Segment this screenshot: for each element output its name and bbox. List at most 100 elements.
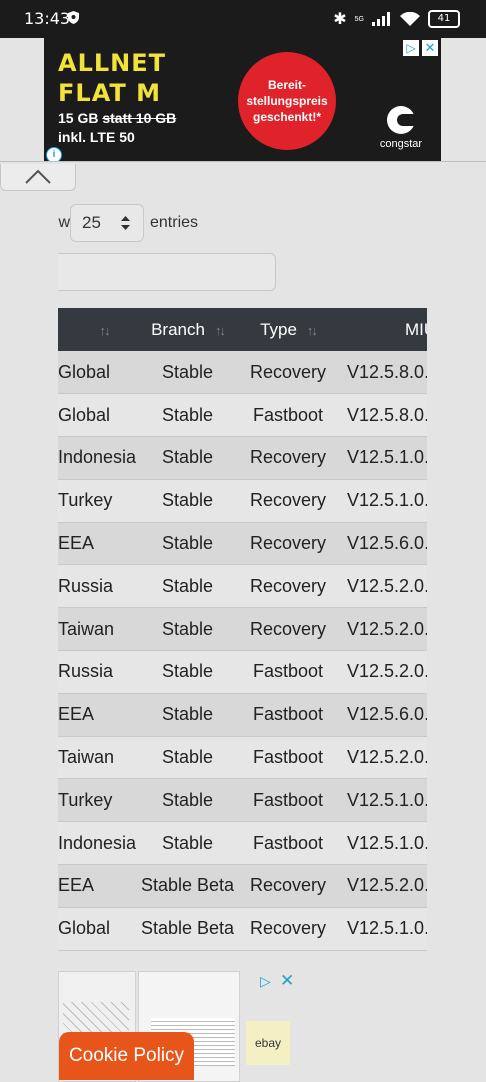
cell-region: EEA <box>58 865 140 908</box>
cell-region: Taiwan <box>58 608 140 651</box>
cell-miui-version: V12.5.2.0.R <box>347 747 427 768</box>
network-type-label: 5G <box>354 15 364 23</box>
cell-miui-version: V12.5.1.0.R <box>347 918 427 939</box>
entries-select-value: 25 <box>82 213 101 232</box>
cell-type: Recovery <box>249 447 327 468</box>
cell-branch: Stable <box>161 832 214 853</box>
column-header-region[interactable]: ↑↓ <box>58 308 140 351</box>
cell-type: Fastboot <box>252 832 324 853</box>
cell-region-text: Taiwan <box>58 747 115 768</box>
cell-branch: Stable <box>161 490 214 511</box>
table-row: Global Stable Beta Recovery V12.5.1.0.R <box>58 907 427 951</box>
ad-close-icon[interactable]: ✕ <box>280 971 294 991</box>
cell-region-text: Indonesia <box>58 447 137 468</box>
column-header-type[interactable]: Type ↑↓ <box>235 308 341 351</box>
cell-region: Indonesia <box>58 437 140 480</box>
cell-miui-version: V12.5.2.0.R <box>347 875 427 896</box>
cell-branch: Stable <box>161 747 214 768</box>
cell-miui-version: V12.5.8.0.R <box>347 404 427 425</box>
battery-icon: 41 <box>428 10 460 28</box>
cell-miui-version: V12.5.1.0.R <box>347 789 427 810</box>
cell-region: Indonesia <box>58 822 140 865</box>
cell-branch: Stable Beta <box>140 875 235 896</box>
ad-close-icon[interactable]: ✕ <box>422 40 438 56</box>
collapse-ad-button[interactable] <box>0 164 76 191</box>
cell-region: Global <box>58 394 140 437</box>
column-header-branch-label: Branch <box>151 319 205 339</box>
adchoices-icon[interactable]: ▷ <box>403 40 419 56</box>
cell-region-text: EEA <box>58 875 95 896</box>
cell-region: Taiwan <box>58 736 140 779</box>
bluetooth-icon: ✱ <box>333 11 347 28</box>
ebay-logo[interactable]: ebay <box>246 1021 290 1065</box>
cell-region-text: EEA <box>58 704 95 725</box>
entries-select[interactable]: 25 <box>70 204 144 242</box>
cell-type: Fastboot <box>252 661 324 682</box>
ad-gb-prefix: 15 GB <box>58 110 99 126</box>
table-row: Taiwan Stable Recovery V12.5.2.0.R <box>58 607 427 651</box>
column-header-branch[interactable]: Branch ↑↓ <box>140 308 235 351</box>
cell-region-text: Global <box>58 404 111 425</box>
table-row: EEA Stable Recovery V12.5.6.0.R <box>58 522 427 565</box>
cell-miui-version: V12.5.6.0.R <box>347 533 427 554</box>
cell-branch: Stable <box>161 618 214 639</box>
table-row: EEA Stable Beta Recovery V12.5.2.0.R <box>58 864 427 908</box>
cell-branch: Stable Beta <box>140 918 235 939</box>
cell-miui-version: V12.5.2.0.R <box>347 575 427 596</box>
ad-brand-line2: FLAT M <box>58 79 162 107</box>
search-input[interactable] <box>58 253 276 291</box>
show-entries-suffix: entries <box>150 214 199 231</box>
sort-icon: ↑↓ <box>99 322 111 338</box>
column-header-miui-label: MIUI <box>405 319 427 339</box>
top-banner-ad[interactable]: ALLNET FLAT M 15 GB statt 10 GB inkl. LT… <box>44 38 441 161</box>
adchoices-icon[interactable]: ▷ <box>260 973 271 990</box>
cell-region: Russia <box>58 565 140 608</box>
cell-region: Global <box>58 907 140 950</box>
chevron-up-icon <box>25 169 51 184</box>
table-row: Indonesia Stable Recovery V12.5.1.0.R <box>58 436 427 480</box>
status-bar: 13:43 ✱ 5G 41 <box>0 0 486 38</box>
cell-branch: Stable <box>161 661 214 682</box>
table-header-row: ↑↓ Branch ↑↓ Type ↑↓ MIUI <box>58 308 427 351</box>
cell-region-text: Russia <box>58 661 114 682</box>
ad-brand: ALLNET FLAT M <box>58 48 166 108</box>
cell-region-text: Global <box>58 361 111 382</box>
ad-price-badge: Bereit-stellungspreis geschenkt!* <box>238 52 336 150</box>
cell-type: Recovery <box>249 618 327 639</box>
cell-miui-version: V12.5.2.0.R <box>347 661 427 682</box>
firmware-table: ↑↓ Branch ↑↓ Type ↑↓ MIUI Global Stable Reco… <box>58 308 427 951</box>
column-header-type-label: Type <box>260 319 297 339</box>
shield-icon <box>68 11 79 24</box>
cell-miui-version: V12.5.2.0.R <box>347 618 427 639</box>
logo-text: congstar <box>379 138 423 150</box>
table-row: Russia Stable Recovery V12.5.2.0.R <box>58 564 427 608</box>
cell-region: Global <box>58 351 140 394</box>
ad-gb-strike: statt 10 GB <box>102 110 177 126</box>
cell-region: EEA <box>58 522 140 565</box>
cell-type: Recovery <box>249 533 327 554</box>
table-row: Global Stable Recovery V12.5.8.0.R <box>58 351 427 394</box>
column-header-miui[interactable]: MIUI <box>341 308 427 351</box>
table-row: Turkey Stable Fastboot V12.5.1.0.R <box>58 778 427 822</box>
cell-miui-version: V12.5.8.0.R <box>347 361 427 382</box>
cell-type: Recovery <box>249 361 327 382</box>
table-row: EEA Stable Fastboot V12.5.6.0.R <box>58 693 427 737</box>
info-icon[interactable]: i <box>46 147 62 161</box>
cookie-policy-button[interactable]: Cookie Policy <box>59 1032 194 1080</box>
signal-icon <box>372 12 390 26</box>
sort-icon: ↑↓ <box>306 322 318 338</box>
cell-region: Russia <box>58 651 140 694</box>
sort-icon: ↑↓ <box>214 322 226 338</box>
congstar-logo: congstar <box>373 106 429 150</box>
cell-type: Recovery <box>249 918 327 939</box>
cell-type: Fastboot <box>252 789 324 810</box>
cell-branch: Stable <box>161 533 214 554</box>
ad-badge-text: Bereit-stellungspreis geschenkt!* <box>246 78 328 124</box>
table-row: Global Stable Fastboot V12.5.8.0.R <box>58 393 427 437</box>
cell-region-text: Turkey <box>58 789 113 810</box>
cell-branch: Stable <box>161 361 214 382</box>
table-row: Russia Stable Fastboot V12.5.2.0.R <box>58 650 427 694</box>
cell-region-text: Taiwan <box>58 618 115 639</box>
cell-type: Fastboot <box>252 747 324 768</box>
wifi-icon <box>400 11 420 26</box>
